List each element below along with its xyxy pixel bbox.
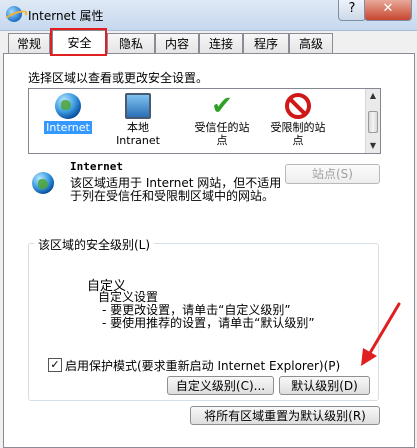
zone-label: 受限制的站 点 bbox=[270, 121, 326, 147]
window-title: Internet 属性 bbox=[28, 9, 104, 23]
no-sign-icon bbox=[285, 93, 311, 119]
tab-privacy[interactable]: 隐私 bbox=[107, 33, 155, 54]
zone-list-scrollbar[interactable]: ▲ ▼ bbox=[365, 89, 380, 153]
selected-zone-description: 该区域适用于 Internet 网站，但不适用于列在受信任和受限制区域中的网站。 bbox=[70, 176, 282, 203]
help-button[interactable]: ? bbox=[338, 0, 366, 21]
internet-explorer-icon bbox=[6, 6, 22, 22]
reset-all-zones-button[interactable]: 将所有区域重置为默认级别(R) bbox=[190, 406, 380, 425]
protected-mode-checkbox[interactable]: ✓ bbox=[48, 358, 62, 372]
zone-trusted-sites[interactable]: ✔ 受信任的站 点 bbox=[186, 93, 258, 147]
tab-connections[interactable]: 连接 bbox=[199, 33, 243, 54]
globe-icon bbox=[32, 172, 54, 194]
security-level-detail: 自定义设置 - 要更改设置，请单击“自定义级别” - 要使用推荐的设置，请单击“… bbox=[98, 291, 315, 330]
selected-zone-name: Internet bbox=[70, 160, 123, 173]
protected-mode-label: 启用保护模式(要求重新启动 Internet Explorer)(P) bbox=[65, 359, 341, 373]
scroll-thumb[interactable] bbox=[368, 111, 378, 133]
globe-icon bbox=[55, 93, 81, 119]
red-arrow-icon bbox=[361, 302, 401, 366]
zone-label: 受信任的站 点 bbox=[194, 121, 250, 147]
red-highlight-box bbox=[50, 28, 107, 56]
checkmark-icon: ✔ bbox=[211, 91, 233, 121]
detail-line: - 要使用推荐的设置，请单击“默认级别” bbox=[102, 316, 315, 330]
close-button[interactable]: ✕ bbox=[364, 0, 412, 21]
zone-instructions: 选择区域以查看或更改安全设置。 bbox=[28, 71, 209, 85]
zone-local-intranet[interactable]: 本地 Intranet bbox=[102, 93, 174, 147]
zone-restricted-sites[interactable]: 受限制的站 点 bbox=[262, 93, 334, 147]
zone-internet[interactable]: Internet bbox=[32, 93, 104, 134]
security-level-group-title: 该区域的安全级别(L) bbox=[34, 236, 155, 253]
zone-list[interactable]: Internet 本地 Intranet ✔ 受信任的站 点 受限制的站 点 ▲… bbox=[28, 88, 381, 154]
sites-button[interactable]: 站点(S) bbox=[285, 164, 380, 184]
custom-level-button[interactable]: 自定义级别(C)... bbox=[167, 376, 274, 395]
scroll-up-icon[interactable]: ▲ bbox=[366, 89, 380, 103]
zone-label: 本地 Intranet bbox=[116, 121, 160, 147]
scroll-down-icon[interactable]: ▼ bbox=[366, 139, 380, 153]
tab-general[interactable]: 常规 bbox=[8, 33, 50, 54]
tab-programs[interactable]: 程序 bbox=[243, 33, 289, 54]
tab-content[interactable]: 内容 bbox=[155, 33, 199, 54]
zone-label: Internet bbox=[44, 121, 92, 134]
default-level-button[interactable]: 默认级别(D) bbox=[279, 376, 370, 395]
monitor-icon bbox=[125, 93, 151, 119]
tab-advanced[interactable]: 高级 bbox=[289, 33, 333, 54]
title-bar: Internet 属性 ? ✕ bbox=[0, 0, 417, 31]
